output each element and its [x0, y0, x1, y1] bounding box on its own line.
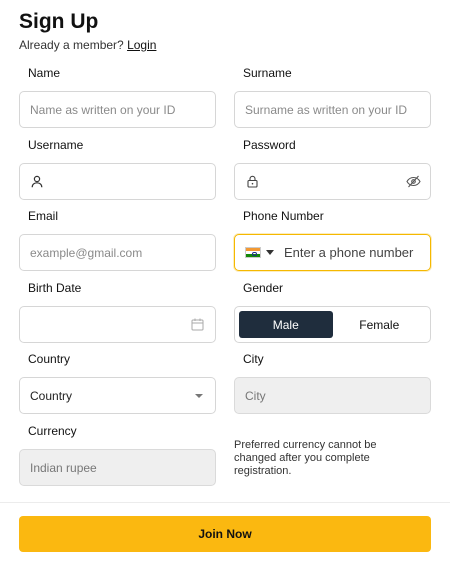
footer-divider: [0, 502, 450, 503]
signup-header: Sign Up Already a member? Login: [19, 10, 156, 52]
email-label: Email: [28, 209, 59, 223]
city-value: City: [245, 388, 266, 403]
country-select[interactable]: Country: [19, 377, 216, 414]
email-field-group: Email example@gmail.com: [19, 209, 216, 271]
password-input[interactable]: [234, 163, 431, 200]
birth-date-field-group: Birth Date: [19, 281, 216, 343]
currency-note: Preferred currency cannot be changed aft…: [234, 439, 377, 477]
currency-field-group: Currency Indian rupee: [19, 424, 216, 486]
chevron-down-icon[interactable]: [195, 394, 203, 398]
page-title: Sign Up: [19, 10, 99, 33]
currency-input: Indian rupee: [19, 449, 216, 486]
username-input[interactable]: [19, 163, 216, 200]
username-label: Username: [28, 138, 84, 152]
gender-label: Gender: [243, 281, 284, 295]
username-field-group: Username: [19, 138, 216, 200]
india-flag-icon[interactable]: [245, 247, 261, 258]
phone-label: Phone Number: [243, 209, 324, 223]
gender-option-female[interactable]: Female: [333, 311, 427, 338]
name-input[interactable]: Name as written on your ID: [19, 91, 216, 128]
login-link[interactable]: Login: [127, 38, 156, 52]
password-label: Password: [243, 138, 296, 152]
name-placeholder: Name as written on your ID: [30, 102, 176, 117]
city-label: City: [243, 352, 264, 366]
password-field-group: Password: [234, 138, 431, 200]
surname-input[interactable]: Surname as written on your ID: [234, 91, 431, 128]
phone-field-group: Phone Number Enter a phone number: [234, 209, 431, 271]
chevron-down-icon[interactable]: [266, 250, 274, 255]
email-input[interactable]: example@gmail.com: [19, 234, 216, 271]
surname-field-group: Surname Surname as written on your ID: [234, 66, 431, 128]
eye-off-icon[interactable]: [406, 175, 421, 189]
currency-value: Indian rupee: [30, 460, 97, 475]
city-input[interactable]: City: [234, 377, 431, 414]
birth-date-input[interactable]: [19, 306, 216, 343]
name-field-group: Name Name as written on your ID: [19, 66, 216, 128]
country-label: Country: [28, 352, 71, 366]
gender-field-group: Gender Male Female: [234, 281, 431, 343]
join-now-button[interactable]: Join Now: [19, 516, 431, 552]
user-icon: [30, 175, 44, 189]
calendar-icon[interactable]: [191, 318, 205, 332]
surname-placeholder: Surname as written on your ID: [245, 102, 408, 117]
already-member-text: Already a member?: [19, 38, 124, 52]
gender-toggle: Male Female: [234, 306, 431, 343]
surname-label: Surname: [243, 66, 292, 80]
birth-date-label: Birth Date: [28, 281, 82, 295]
phone-input[interactable]: Enter a phone number: [234, 234, 431, 271]
email-placeholder: example@gmail.com: [30, 245, 143, 260]
lock-icon: [245, 175, 259, 189]
gender-option-male[interactable]: Male: [239, 311, 333, 338]
city-field-group: City City: [234, 352, 431, 414]
phone-placeholder: Enter a phone number: [284, 245, 414, 260]
name-label: Name: [28, 66, 61, 80]
login-prompt: Already a member? Login: [19, 38, 156, 52]
currency-label: Currency: [28, 424, 77, 438]
country-field-group: Country Country: [19, 352, 216, 414]
country-value: Country: [30, 388, 73, 403]
